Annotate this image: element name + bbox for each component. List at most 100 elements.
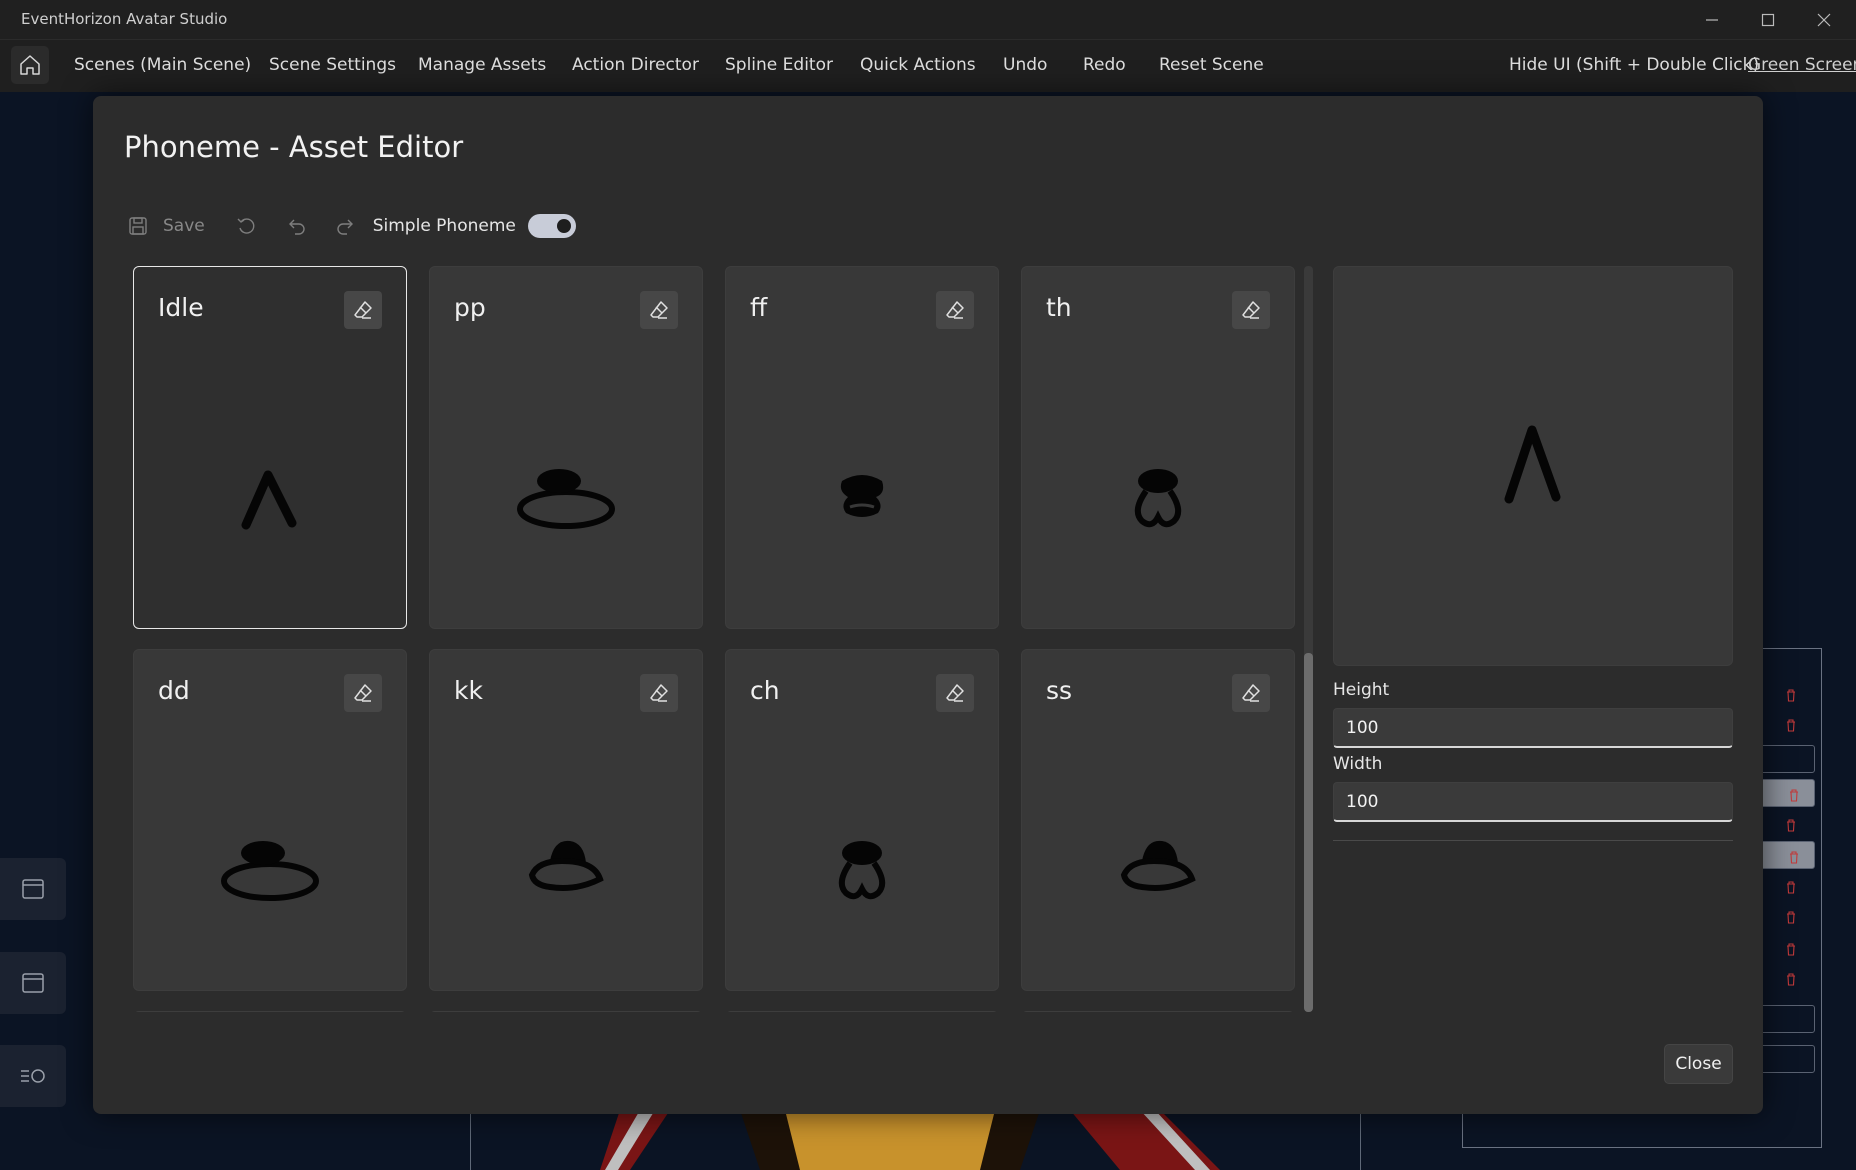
eraser-icon bbox=[354, 684, 372, 702]
phoneme-label: th bbox=[1046, 293, 1072, 322]
dialog-title: Phoneme - Asset Editor bbox=[124, 130, 464, 164]
phoneme-card-kk[interactable]: kk bbox=[429, 649, 703, 991]
trash-icon[interactable] bbox=[1785, 689, 1799, 703]
trash-icon[interactable] bbox=[1785, 819, 1799, 833]
redo-button[interactable] bbox=[335, 215, 357, 237]
asset-editor-dialog: Phoneme - Asset Editor Save Simple Phone… bbox=[93, 96, 1763, 1114]
phoneme-label: pp bbox=[454, 293, 486, 322]
menu-manage-assets[interactable]: Manage Assets bbox=[418, 55, 546, 75]
trash-icon[interactable] bbox=[1785, 911, 1799, 925]
phoneme-card-idle[interactable]: Idle bbox=[133, 266, 407, 629]
redo-icon bbox=[337, 219, 353, 235]
side-panel-button[interactable] bbox=[0, 858, 66, 920]
phoneme-card-ss[interactable]: ss bbox=[1021, 649, 1295, 991]
menu-quick-actions[interactable]: Quick Actions bbox=[860, 55, 976, 75]
phoneme-card-ch[interactable]: ch bbox=[725, 649, 999, 991]
menu-action-director[interactable]: Action Director bbox=[572, 55, 699, 75]
clear-phoneme-button[interactable] bbox=[936, 291, 974, 329]
clear-phoneme-button[interactable] bbox=[640, 674, 678, 712]
eraser-icon bbox=[1242, 301, 1260, 319]
title-bar: EventHorizon Avatar Studio bbox=[0, 0, 1856, 40]
hide-ui-button[interactable]: Hide UI (Shift + Double Click) bbox=[1509, 55, 1759, 75]
phoneme-label: ff bbox=[750, 293, 768, 322]
phoneme-card[interactable] bbox=[725, 1011, 999, 1012]
phoneme-label: Idle bbox=[158, 293, 204, 322]
eraser-icon bbox=[1242, 684, 1260, 702]
reset-button[interactable] bbox=[235, 215, 257, 237]
scene-guide-line bbox=[470, 1110, 471, 1170]
minimize-button[interactable] bbox=[1684, 0, 1740, 40]
mouth-shape-small-blob bbox=[726, 459, 998, 539]
close-button[interactable]: Close bbox=[1664, 1044, 1733, 1084]
queue-icon bbox=[21, 1069, 45, 1083]
clear-phoneme-button[interactable] bbox=[936, 674, 974, 712]
mouth-shape-pinch bbox=[1022, 459, 1294, 539]
trash-icon[interactable] bbox=[1785, 943, 1799, 957]
clear-phoneme-button[interactable] bbox=[1232, 291, 1270, 329]
save-icon bbox=[127, 215, 149, 237]
height-input[interactable] bbox=[1333, 708, 1733, 748]
width-label: Width bbox=[1333, 754, 1383, 774]
mouth-shape-big-o bbox=[134, 831, 406, 911]
minimize-icon bbox=[1706, 19, 1718, 21]
clear-phoneme-button[interactable] bbox=[344, 674, 382, 712]
eraser-icon bbox=[946, 684, 964, 702]
menu-redo[interactable]: Redo bbox=[1083, 55, 1126, 75]
home-icon bbox=[20, 55, 40, 75]
width-input[interactable] bbox=[1333, 782, 1733, 822]
phoneme-card[interactable] bbox=[133, 1011, 407, 1012]
app-title: EventHorizon Avatar Studio bbox=[21, 10, 228, 28]
eraser-icon bbox=[946, 301, 964, 319]
divider bbox=[1333, 840, 1733, 841]
phoneme-label: ss bbox=[1046, 676, 1073, 705]
toggle-knob bbox=[556, 219, 571, 233]
eraser-icon bbox=[650, 301, 668, 319]
mouth-shape-half bbox=[430, 831, 702, 901]
phoneme-card[interactable] bbox=[1021, 1011, 1295, 1012]
save-label: Save bbox=[163, 216, 205, 236]
simple-phoneme-label: Simple Phoneme bbox=[372, 216, 516, 236]
phoneme-card-pp[interactable]: pp bbox=[429, 266, 703, 629]
maximize-icon bbox=[1761, 13, 1775, 27]
preview-mouth-shape bbox=[1504, 425, 1561, 504]
phoneme-label: kk bbox=[454, 676, 483, 705]
mouth-shape-half bbox=[1022, 831, 1294, 901]
phoneme-preview bbox=[1333, 266, 1733, 666]
window-icon bbox=[22, 973, 44, 993]
menu-undo[interactable]: Undo bbox=[1003, 55, 1047, 75]
avatar-stage-graphic bbox=[600, 1110, 1220, 1170]
menu-scenes[interactable]: Scenes (Main Scene) bbox=[74, 55, 251, 75]
menu-spline-editor[interactable]: Spline Editor bbox=[725, 55, 833, 75]
save-button[interactable]: Save bbox=[127, 215, 205, 237]
mouth-shape-pinch bbox=[726, 831, 998, 911]
clear-phoneme-button[interactable] bbox=[344, 291, 382, 329]
trash-icon[interactable] bbox=[1785, 719, 1799, 733]
side-panel-button[interactable] bbox=[0, 952, 66, 1014]
side-panel-button[interactable] bbox=[0, 1045, 66, 1107]
menu-scene-settings[interactable]: Scene Settings bbox=[269, 55, 396, 75]
trash-icon[interactable] bbox=[1785, 881, 1799, 895]
phoneme-label: ch bbox=[750, 676, 780, 705]
trash-icon[interactable] bbox=[1788, 789, 1802, 803]
phoneme-card[interactable] bbox=[429, 1011, 703, 1012]
green-screen-link[interactable]: Green Screen bbox=[1748, 55, 1856, 75]
trash-icon[interactable] bbox=[1785, 973, 1799, 987]
scene-guide-line bbox=[1360, 1110, 1361, 1170]
editor-toolbar: Save Simple Phoneme bbox=[127, 206, 576, 246]
menu-reset-scene[interactable]: Reset Scene bbox=[1159, 55, 1264, 75]
phoneme-card-dd[interactable]: dd bbox=[133, 649, 407, 991]
trash-icon[interactable] bbox=[1788, 851, 1802, 865]
phoneme-label: dd bbox=[158, 676, 190, 705]
phoneme-card-ff[interactable]: ff bbox=[725, 266, 999, 629]
clear-phoneme-button[interactable] bbox=[1232, 674, 1270, 712]
maximize-button[interactable] bbox=[1740, 0, 1796, 40]
simple-phoneme-toggle[interactable] bbox=[527, 214, 576, 238]
grid-scrollbar-thumb[interactable] bbox=[1304, 653, 1313, 1012]
phoneme-card-th[interactable]: th bbox=[1021, 266, 1295, 629]
undo-button[interactable] bbox=[285, 215, 307, 237]
eraser-icon bbox=[650, 684, 668, 702]
home-button[interactable] bbox=[11, 46, 49, 84]
phoneme-grid: Idle pp ff th dd kk ch ss bbox=[133, 266, 1419, 1012]
close-window-button[interactable] bbox=[1796, 0, 1852, 40]
clear-phoneme-button[interactable] bbox=[640, 291, 678, 329]
